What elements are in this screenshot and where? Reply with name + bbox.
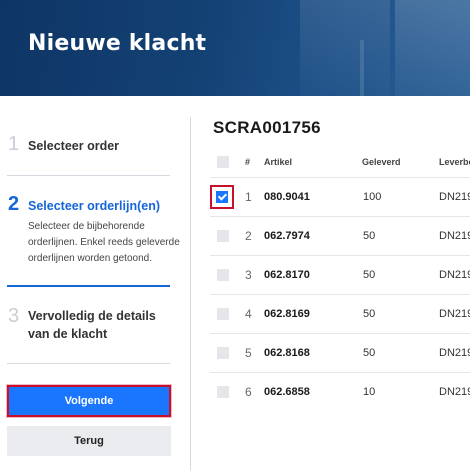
column-divider (190, 117, 191, 470)
step-divider (7, 175, 170, 176)
row-number: 5 (245, 346, 252, 360)
delivery-note: DN219 (439, 386, 470, 398)
header-background-decoration (300, 0, 390, 96)
select-all-checkbox[interactable] (217, 156, 229, 168)
page-header: Nieuwe klacht (0, 0, 470, 96)
row-checkbox[interactable] (216, 191, 228, 203)
delivery-note: DN219 (439, 230, 470, 242)
delivered-quantity: 100 (363, 191, 382, 203)
column-header-geleverd[interactable]: Geleverd (362, 157, 401, 167)
delivery-note: DN219 (439, 308, 470, 320)
row-checkbox[interactable] (217, 386, 229, 398)
order-number-title: SCRA001756 (213, 118, 321, 137)
delivered-quantity: 50 (363, 347, 376, 359)
article-code: 062.7974 (264, 230, 310, 242)
article-code: 062.8170 (264, 269, 310, 281)
row-checkbox[interactable] (217, 308, 229, 320)
delivery-note: DN219 (439, 191, 470, 203)
step-number-3: 3 (8, 305, 20, 327)
page-title: Nieuwe klacht (28, 31, 207, 56)
table-row[interactable]: 5 062.8168 50 DN219 (210, 333, 470, 372)
column-header-leverbon[interactable]: Leverbo (439, 157, 470, 167)
table-row[interactable]: 6 062.6858 10 DN219 (210, 372, 470, 411)
article-code: 062.8169 (264, 308, 310, 320)
row-checkbox[interactable] (217, 230, 229, 242)
table-row[interactable]: 1 080.9041 100 DN219 (210, 177, 470, 216)
row-number: 1 (245, 190, 252, 204)
row-number: 4 (245, 307, 252, 321)
article-code: 062.8168 (264, 347, 310, 359)
delivery-note: DN219 (439, 347, 470, 359)
row-checkbox[interactable] (217, 347, 229, 359)
step-divider (7, 363, 170, 364)
delivered-quantity: 50 (363, 230, 376, 242)
column-header-number: # (245, 157, 251, 167)
delivered-quantity: 10 (363, 386, 376, 398)
step-divider-active (7, 285, 170, 287)
step-description: Selecteer de bijbehorende orderlijnen. E… (28, 221, 180, 264)
table-row[interactable]: 3 062.8170 50 DN219 (210, 255, 470, 294)
step-title-complete-details[interactable]: Vervolledig de details van de klacht (28, 307, 178, 343)
column-header-artikel[interactable]: Artikel (264, 157, 292, 167)
delivered-quantity: 50 (363, 308, 376, 320)
header-background-decoration (395, 0, 470, 96)
article-code: 080.9041 (264, 191, 310, 203)
step-number-2: 2 (8, 193, 20, 215)
row-checkbox[interactable] (217, 269, 229, 281)
step-number-1: 1 (8, 133, 20, 155)
row-number: 6 (245, 385, 252, 399)
table-row[interactable]: 4 062.8169 50 DN219 (210, 294, 470, 333)
header-background-decoration (360, 40, 364, 96)
table-row[interactable]: 2 062.7974 50 DN219 (210, 216, 470, 255)
step-title-select-order[interactable]: Selecteer order (28, 137, 119, 155)
row-number: 3 (245, 268, 252, 282)
step-title-select-orderlines[interactable]: Selecteer orderlijn(en) (28, 197, 160, 215)
back-button[interactable]: Terug (7, 426, 171, 456)
next-button[interactable]: Volgende (7, 385, 171, 417)
article-code: 062.6858 (264, 386, 310, 398)
row-number: 2 (245, 229, 252, 243)
delivered-quantity: 50 (363, 269, 376, 281)
delivery-note: DN219 (439, 269, 470, 281)
